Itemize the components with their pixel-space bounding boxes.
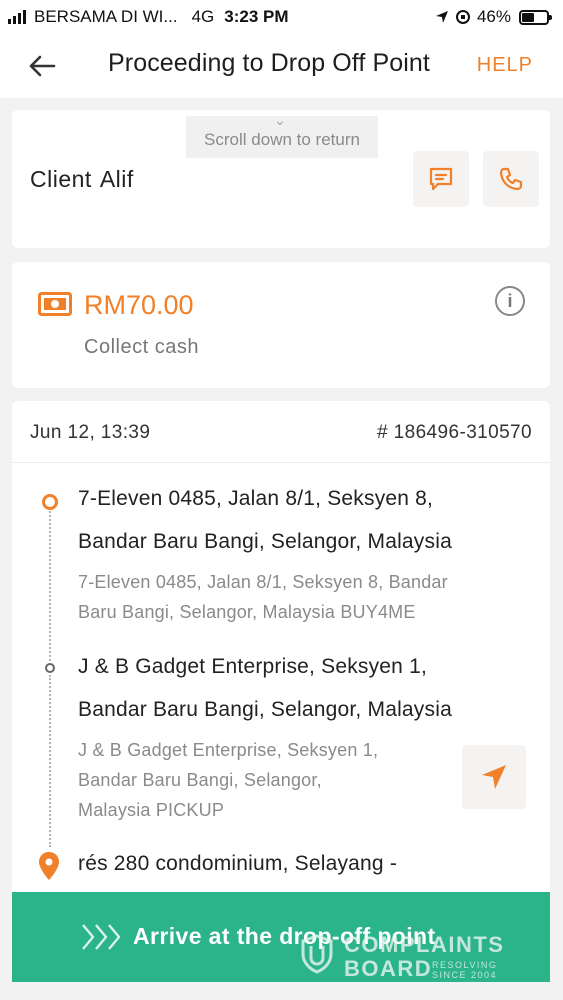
order-id: # 186496-310570 <box>377 422 532 443</box>
stop-mid-marker <box>45 663 55 673</box>
location-pin-icon <box>39 852 59 880</box>
location-arrow-icon <box>435 11 448 23</box>
stop-title: J & B Gadget Enterprise, Seksyen 1, Band… <box>78 645 528 731</box>
status-bar: BERSAMA DI WI... 4G 3:23 PM 46% <box>0 0 563 34</box>
scroll-hint: ⌄ Scroll down to return <box>186 112 378 158</box>
signal-icon <box>8 10 26 24</box>
stop-title-line: rés 280 condominium, Selayang - <box>78 852 398 875</box>
watermark-line: BOARD <box>344 956 433 981</box>
navigate-button[interactable] <box>462 745 526 809</box>
stop-title: rés 280 condominium, Selayang - <box>78 842 528 885</box>
chevron-down-icon: ⌄ <box>274 112 286 128</box>
cash-icon <box>38 292 72 316</box>
app-header: Proceeding to Drop Off Point HELP <box>0 34 563 98</box>
carrier-name: BERSAMA DI WI... <box>34 7 178 26</box>
watermark-tagline: RESOLVING <box>432 960 498 970</box>
payment-amount: RM70.00 <box>84 290 194 320</box>
stop-title: 7-Eleven 0485, Jalan 8/1, Seksyen 8, Ban… <box>78 477 528 563</box>
shield-icon <box>301 934 333 974</box>
navigate-icon <box>482 765 506 789</box>
watermark: COMPLAINTS BOARD RESOLVING SINCE 2004 <box>300 932 520 982</box>
stop-title-line: 7-Eleven 0485, Jalan 8/1, Seksyen 8, <box>78 487 434 510</box>
help-link[interactable]: HELP <box>477 54 533 77</box>
stop-title-line: J & B Gadget Enterprise, Seksyen 1, <box>78 655 428 678</box>
chevrons-right-icon <box>82 924 121 950</box>
stop-detail-line: Bandar Baru Bangi, Selangor, <box>78 770 322 790</box>
phone-icon <box>499 167 523 191</box>
stop-detail: 7-Eleven 0485, Jalan 8/1, Seksyen 8, Ban… <box>78 567 448 627</box>
route-card: Jun 12, 13:39 # 186496-310570 7-Eleven 0… <box>12 401 550 921</box>
stop-detail-line: 7-Eleven 0485, Jalan 8/1, Seksyen 8, Ban… <box>78 572 448 592</box>
client-label: Client <box>30 166 92 192</box>
route-connector <box>49 675 51 847</box>
watermark-tagline: SINCE 2004 <box>432 970 498 980</box>
stop-detail-line: Baru Bangi, Selangor, Malaysia BUY4ME <box>78 602 416 622</box>
chat-icon <box>429 167 453 191</box>
call-button[interactable] <box>483 151 539 207</box>
battery-percent: 46% <box>476 7 511 26</box>
client-name: Alif <box>99 166 134 192</box>
battery-icon <box>519 9 552 25</box>
stop-detail-line: J & B Gadget Enterprise, Seksyen 1, <box>78 740 379 760</box>
stop-title-line: Bandar Baru Bangi, Selangor, Malaysia <box>78 530 452 553</box>
back-arrow-icon <box>29 55 56 77</box>
info-button[interactable]: i <box>495 286 525 316</box>
payment-method: Collect cash <box>84 336 199 358</box>
network-type: 4G <box>191 7 215 26</box>
payment-card: RM70.00 Collect cash i <box>12 262 550 388</box>
back-button[interactable] <box>22 50 62 82</box>
client-info: Client Alif <box>30 166 134 193</box>
stop-detail-line: Malaysia PICKUP <box>78 800 225 820</box>
orientation-lock-icon <box>455 10 470 24</box>
order-datetime: Jun 12, 13:39 <box>30 422 151 443</box>
scroll-hint-text: Scroll down to return <box>204 130 360 149</box>
order-header: Jun 12, 13:39 # 186496-310570 <box>12 401 550 463</box>
status-time: 3:23 PM <box>224 7 289 26</box>
battery-fill <box>522 12 534 22</box>
info-icon: i <box>507 290 513 311</box>
stop-start-marker <box>42 494 58 510</box>
stop-title-line: Bandar Baru Bangi, Selangor, Malaysia <box>78 698 452 721</box>
chat-button[interactable] <box>413 151 469 207</box>
client-card: ⌄ Scroll down to return Client Alif <box>12 110 550 248</box>
watermark-line: COMPLAINTS <box>344 932 505 957</box>
stop-detail: J & B Gadget Enterprise, Seksyen 1, Band… <box>78 735 378 825</box>
page-title: Proceeding to Drop Off Point <box>108 49 430 77</box>
route-connector <box>49 511 51 661</box>
